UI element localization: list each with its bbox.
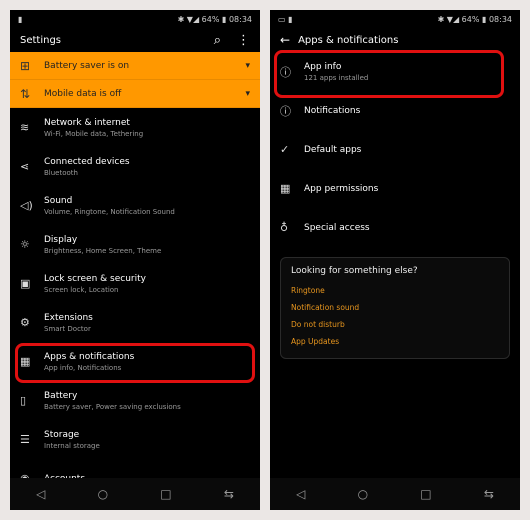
notification-icons: ▭ ▮ — [278, 14, 293, 24]
item-subtitle: Wi-Fi, Mobile data, Tethering — [44, 129, 144, 138]
storage-icon: ☰ — [20, 433, 30, 446]
item-title: Connected devices — [44, 156, 130, 167]
suggestion-link[interactable]: Notification sound — [291, 299, 499, 316]
list-item[interactable]: ♁ Special access — [270, 208, 520, 247]
card-heading: Looking for something else? — [291, 266, 418, 276]
chevron-down-icon[interactable]: ▾ — [245, 61, 250, 71]
item-title: Lock screen & security — [44, 273, 146, 284]
settings-screen: ▮ ✱ ▼◢ 64% ▮ 08:34 Settings ⌕ ⋮ ⊞ Battery… — [10, 10, 260, 510]
page-title: Settings — [20, 34, 62, 46]
clock: 08:34 — [228, 14, 252, 24]
item-title: Sound — [44, 195, 73, 206]
connected-devices-icon: ⋖ — [20, 160, 30, 173]
special-access-icon: ♁ — [280, 221, 289, 234]
list-item[interactable]: ⚙ Extensions Smart Doctor — [10, 303, 260, 342]
recents-icon[interactable]: □ — [160, 487, 171, 501]
status-bar: ▮ ✱ ▼◢ 64% ▮ 08:34 — [18, 14, 252, 24]
item-title: Battery — [44, 390, 78, 401]
home-icon[interactable]: ○ — [98, 487, 108, 501]
item-title: Extensions — [44, 312, 93, 323]
list-item[interactable]: ◁) Sound Volume, Ringtone, Notification So… — [10, 186, 260, 225]
list-item[interactable]: ▯ Battery Battery saver, Power saving excl… — [10, 381, 260, 420]
sound-icon: ◁) — [20, 199, 33, 212]
item-subtitle: Smart Doctor — [44, 324, 91, 333]
signal-icon: ✱ ▼◢ — [177, 14, 202, 24]
more-options-icon[interactable]: ⋮ — [237, 33, 250, 48]
suggestion-link[interactable]: Do not disturb — [291, 316, 499, 333]
switch-icon[interactable]: ⇆ — [484, 487, 494, 501]
suggestions-card: Looking for something else? Ringtone Noti… — [280, 257, 510, 359]
chevron-down-icon[interactable]: ▾ — [245, 89, 250, 99]
back-icon[interactable]: ◁ — [296, 487, 305, 501]
item-title: Display — [44, 234, 78, 245]
item-title: Default apps — [304, 144, 362, 155]
display-icon: ☼ — [20, 238, 30, 251]
lock-icon: ▣ — [20, 277, 31, 290]
home-icon[interactable]: ○ — [358, 487, 368, 501]
list-item[interactable]: ≋ Network & internet Wi-Fi, Mobile data, T… — [10, 108, 260, 147]
back-icon[interactable]: ◁ — [36, 487, 45, 501]
highlight-box — [274, 50, 504, 98]
highlight-box — [15, 343, 255, 383]
switch-icon[interactable]: ⇆ — [224, 487, 234, 501]
extensions-icon: ⚙ — [20, 316, 30, 329]
page-title: Apps & notifications — [298, 34, 399, 46]
item-subtitle: Battery saver, Power saving exclusions — [44, 402, 181, 411]
item-title: Storage — [44, 429, 80, 440]
clock: 08:34 — [488, 14, 512, 24]
mobile-data-icon: ⇅ — [20, 86, 31, 101]
status-bar: ▭ ▮ ✱ ▼◢ 64% ▮ 08:34 — [278, 14, 512, 24]
wifi-icon: ≋ — [20, 121, 30, 134]
item-subtitle: Internal storage — [44, 441, 100, 450]
list-item[interactable]: ⋖ Connected devices Bluetooth — [10, 147, 260, 186]
banner-label: Mobile data is off — [44, 88, 122, 99]
battery-saver-status-icon: ▮ — [18, 14, 23, 24]
battery-saver-icon: ⊞ — [20, 58, 31, 73]
list-item[interactable]: ☼ Display Brightness, Home Screen, Theme — [10, 225, 260, 264]
notifications-icon: ⓘ — [280, 104, 291, 118]
list-item[interactable]: ☰ Storage Internal storage — [10, 420, 260, 459]
suggestion-link[interactable]: Ringtone — [291, 282, 499, 299]
apps-notifications-screen: ▭ ▮ ✱ ▼◢ 64% ▮ 08:34 ← Apps & notificati… — [270, 10, 520, 510]
item-title: App permissions — [304, 183, 379, 194]
list-item[interactable]: ▦ App permissions — [270, 169, 520, 208]
banner-row[interactable]: ⊞ Battery saver is on ▾ — [10, 52, 260, 80]
item-subtitle: Bluetooth — [44, 168, 78, 177]
banner-label: Battery saver is on — [44, 60, 130, 71]
default-apps-icon: ✓ — [280, 143, 290, 156]
battery-icon: ▯ — [20, 394, 27, 407]
item-title: Network & internet — [44, 117, 130, 128]
list-item[interactable]: ▣ Lock screen & security Screen lock, Loca… — [10, 264, 260, 303]
item-title: Notifications — [304, 105, 361, 116]
battery-percent: 64% — [461, 14, 480, 24]
item-title: Special access — [304, 222, 370, 233]
back-arrow-icon[interactable]: ← — [280, 33, 290, 47]
item-subtitle: Brightness, Home Screen, Theme — [44, 246, 162, 255]
signal-icon: ✱ ▼◢ — [437, 14, 462, 24]
battery-percent: 64% — [201, 14, 220, 24]
navigation-bar: ◁ ○ □ ⇆ — [10, 478, 260, 510]
search-icon[interactable]: ⌕ — [214, 33, 221, 48]
recents-icon[interactable]: □ — [420, 487, 431, 501]
item-subtitle: Volume, Ringtone, Notification Sound — [44, 207, 175, 216]
app-permissions-icon: ▦ — [280, 182, 291, 195]
list-item[interactable]: ✓ Default apps — [270, 130, 520, 169]
suggestion-link[interactable]: App Updates — [291, 333, 499, 350]
banner-row[interactable]: ⇅ Mobile data is off ▾ — [10, 80, 260, 108]
navigation-bar: ◁ ○ □ ⇆ — [270, 478, 520, 510]
item-subtitle: Screen lock, Location — [44, 285, 119, 294]
